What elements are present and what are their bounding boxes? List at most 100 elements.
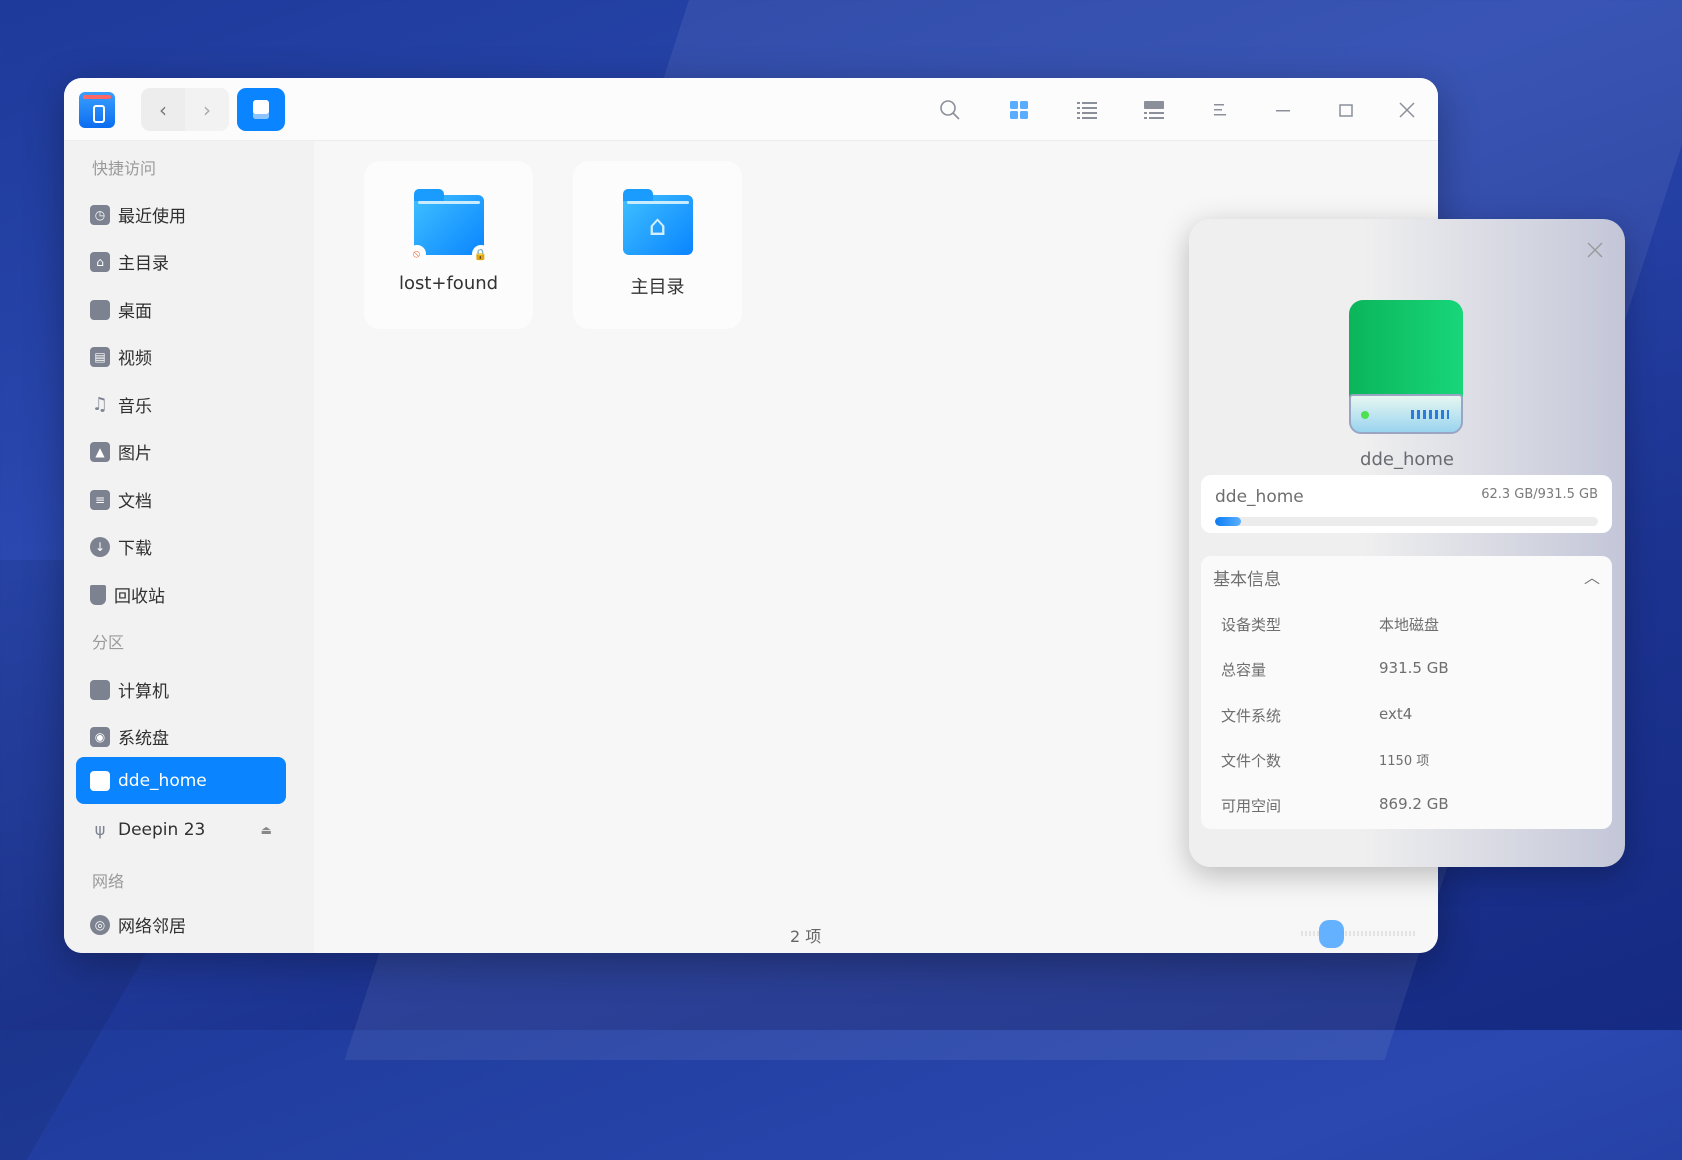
icon-size-slider[interactable]	[1301, 920, 1416, 948]
list-view-button[interactable]	[1069, 92, 1105, 128]
info-label: 文件系统	[1221, 707, 1282, 725]
panel-close-button[interactable]	[1587, 239, 1603, 264]
disk-icon	[90, 770, 110, 791]
basic-info-title: 基本信息	[1213, 570, 1281, 590]
item-count: 2 项	[790, 927, 822, 946]
close-icon	[1587, 242, 1603, 258]
video-icon: ▤	[90, 346, 110, 367]
grid-icon	[1010, 101, 1028, 119]
collapse-chevron-icon[interactable]: ︿	[1584, 564, 1600, 588]
list-icon	[1077, 102, 1097, 119]
home-icon: ⌂	[90, 251, 110, 272]
maximize-icon	[1339, 104, 1353, 117]
sidebar-item-label: 最近使用	[118, 207, 186, 227]
tree-view-button[interactable]	[1136, 92, 1172, 128]
icon-view-button[interactable]	[1001, 92, 1037, 128]
slider-thumb[interactable]	[1319, 920, 1344, 948]
file-name: 主目录	[630, 277, 685, 298]
forward-button[interactable]: ›	[185, 88, 229, 131]
sidebar-item-label: 回收站	[114, 587, 165, 607]
sidebar-item-label: 主目录	[118, 254, 169, 274]
file-name: lost+found	[398, 273, 499, 294]
sidebar-item-computer[interactable]: 计算机	[76, 666, 286, 713]
computer-icon	[90, 679, 110, 700]
sidebar-item-downloads[interactable]: ↓ 下载	[76, 523, 286, 570]
close-icon	[1399, 102, 1415, 118]
titlebar: ‹ ›	[64, 78, 1438, 141]
picture-icon: ▲	[90, 441, 110, 462]
sidebar-item-system-disk[interactable]: ◉ 系统盘	[76, 713, 286, 760]
sidebar-item-label: 音乐	[118, 397, 152, 417]
device-name: dde_home	[1360, 449, 1454, 470]
sidebar-item-label: 网络邻居	[118, 917, 186, 937]
file-item[interactable]: ⦸ 🔒 lost+found	[364, 161, 533, 329]
network-icon: ◎	[90, 914, 110, 935]
file-item[interactable]: ⌂ 主目录	[573, 161, 742, 329]
search-button[interactable]	[932, 92, 968, 128]
usage-bar	[1215, 517, 1598, 526]
home-icon: ⌂	[648, 209, 667, 242]
sidebar-item-pictures[interactable]: ▲ 图片	[76, 428, 286, 475]
system-disk-icon: ◉	[90, 726, 110, 747]
usage-name: dde_home	[1215, 487, 1304, 507]
sidebar-item-label: 文档	[118, 492, 152, 512]
folder-locked-icon: ⦸ 🔒	[407, 189, 490, 263]
no-access-badge-icon: ⦸	[407, 245, 426, 263]
info-value: 869.2 GB	[1379, 795, 1449, 813]
info-row: 设备类型 本地磁盘	[1221, 614, 1439, 635]
section-partitions: 分区	[92, 633, 125, 652]
home-folder-icon: ⌂	[622, 189, 693, 255]
basic-info-section: 基本信息 ︿ 设备类型 本地磁盘 总容量 931.5 GB 文件系统 ext4 文件个…	[1201, 556, 1612, 829]
download-icon: ↓	[90, 536, 110, 557]
info-value: 1150 项	[1379, 754, 1430, 769]
info-value: ext4	[1379, 705, 1413, 723]
sidebar-item-home[interactable]: ⌂ 主目录	[76, 238, 286, 285]
section-network: 网络	[92, 872, 125, 891]
sidebar-item-documents[interactable]: ≡ 文档	[76, 476, 286, 523]
sidebar-item-label: dde_home	[118, 770, 207, 791]
info-value: 931.5 GB	[1379, 659, 1449, 677]
sidebar-item-desktop[interactable]: 桌面	[76, 286, 286, 333]
app-logo-icon	[79, 92, 115, 128]
sidebar-item-label: 系统盘	[118, 729, 169, 749]
usb-icon: ψ	[94, 820, 106, 839]
info-row: 可用空间 869.2 GB	[1221, 795, 1449, 816]
trash-icon	[90, 584, 106, 605]
usage-text: 62.3 GB/931.5 GB	[1481, 487, 1598, 502]
sidebar: 快捷访问 ◷ 最近使用 ⌂ 主目录 桌面 ▤ 视频 ♫ 音乐 ▲ 图片 ≡ 文档 ↓ 下载 回…	[64, 141, 314, 953]
eject-icon[interactable]: ⏏	[261, 823, 272, 837]
info-row: 文件个数 1150 项	[1221, 750, 1429, 771]
usage-card: dde_home 62.3 GB/931.5 GB	[1201, 475, 1612, 533]
nav-buttons: ‹ ›	[141, 88, 229, 131]
sidebar-item-trash[interactable]: 回收站	[76, 571, 286, 618]
usage-bar-fill	[1215, 517, 1241, 526]
sidebar-item-videos[interactable]: ▤ 视频	[76, 333, 286, 380]
disk-icon	[1349, 300, 1463, 434]
sidebar-item-network-neighborhood[interactable]: ◎ 网络邻居	[76, 901, 286, 948]
info-label: 可用空间	[1221, 797, 1282, 815]
sidebar-item-deepin-23[interactable]: ψ Deepin 23 ⏏	[76, 806, 286, 853]
sidebar-item-recent[interactable]: ◷ 最近使用	[76, 191, 286, 238]
breadcrumb-device-button[interactable]	[237, 88, 285, 131]
sidebar-item-label: 桌面	[118, 302, 152, 322]
clock-icon: ◷	[90, 204, 110, 225]
properties-panel: dde_home dde_home 62.3 GB/931.5 GB 基本信息 …	[1189, 219, 1625, 867]
lock-badge-icon: 🔒	[471, 245, 490, 263]
info-row: 总容量 931.5 GB	[1221, 659, 1449, 680]
maximize-button[interactable]	[1328, 92, 1364, 128]
info-value: 本地磁盘	[1379, 616, 1440, 634]
back-button[interactable]: ‹	[141, 88, 185, 131]
sidebar-item-music[interactable]: ♫ 音乐	[76, 381, 286, 428]
main-menu-button[interactable]	[1202, 92, 1238, 128]
sidebar-item-label: 下载	[118, 539, 152, 559]
info-label: 文件个数	[1221, 752, 1282, 770]
minimize-button[interactable]	[1265, 92, 1301, 128]
minimize-icon	[1276, 110, 1290, 112]
music-icon: ♫	[91, 394, 109, 415]
info-row: 文件系统 ext4	[1221, 705, 1412, 726]
sidebar-item-dde-home[interactable]: dde_home	[76, 757, 286, 804]
sidebar-item-label: 计算机	[118, 682, 169, 702]
close-button[interactable]	[1389, 92, 1425, 128]
desktop-icon	[90, 299, 110, 320]
sidebar-item-label: 视频	[118, 349, 152, 369]
